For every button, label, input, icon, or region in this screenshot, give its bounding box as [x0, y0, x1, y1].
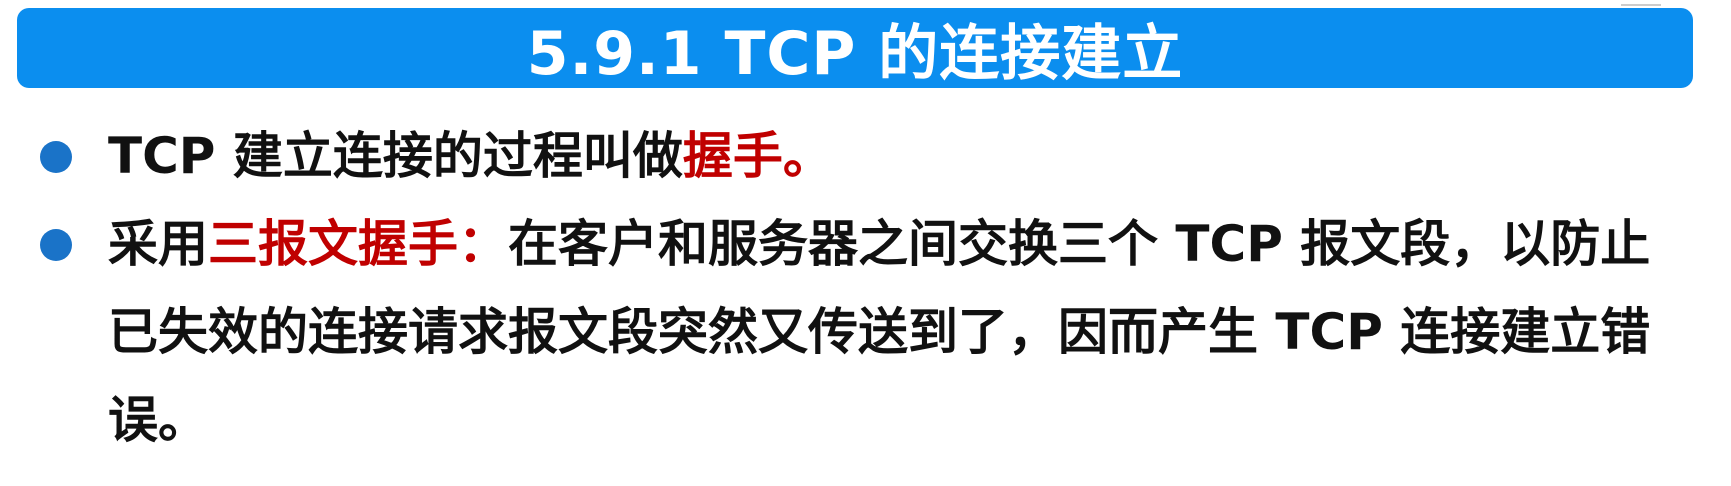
page-title: 5.9.1 TCP 的连接建立 [526, 18, 1184, 89]
bullet-item-handshake: TCP 建立连接的过程叫做握手。 [0, 112, 1731, 200]
bullet-text: 采用 [108, 215, 208, 273]
title-bar: 5.9.1 TCP 的连接建立 [17, 8, 1693, 89]
bullet-dot-icon [40, 229, 72, 261]
highlight-text: 三报文握手： [208, 215, 508, 273]
bullet-item-three-way: 采用三报文握手：在客户和服务器之间交换三个 TCP 报文段，以防止已失效的连接请… [0, 200, 1731, 464]
bullet-list: TCP 建立连接的过程叫做握手。 采用三报文握手：在客户和服务器之间交换三个 T… [0, 112, 1731, 464]
bullet-text: TCP 建立连接的过程叫做 [108, 127, 683, 185]
corner-mark [1621, 0, 1661, 6]
bullet-dot-icon [40, 141, 72, 173]
highlight-text: 握手。 [682, 127, 833, 185]
